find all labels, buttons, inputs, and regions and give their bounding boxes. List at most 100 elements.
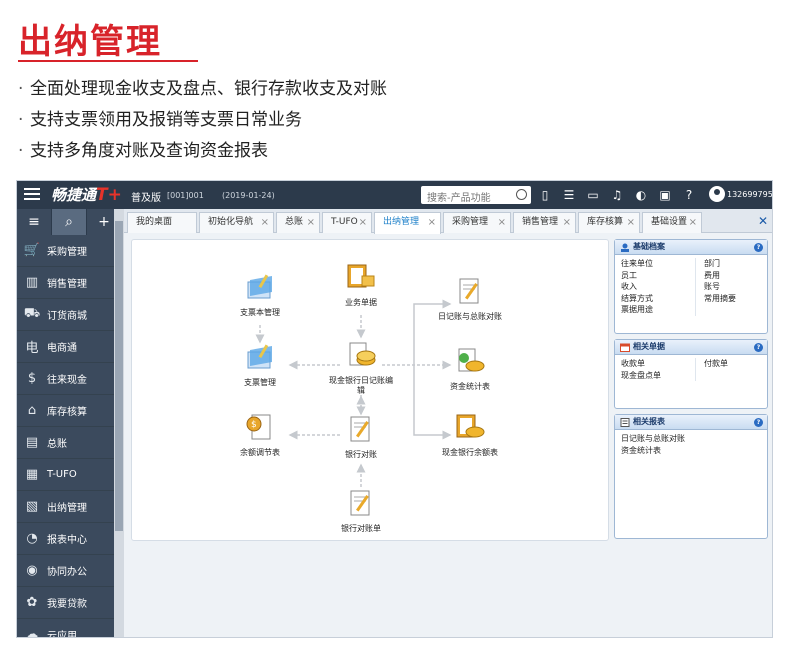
people-icon bbox=[621, 243, 629, 252]
sidebar-item[interactable]: ▧ 出纳管理 bbox=[17, 491, 124, 523]
user-phone: 13269979558 bbox=[727, 190, 773, 199]
refresh-icon[interactable]: ◐ bbox=[633, 187, 649, 203]
hero-underline bbox=[18, 60, 198, 62]
panel-link[interactable]: 员工 bbox=[621, 270, 695, 282]
help-icon[interactable]: ? bbox=[754, 418, 763, 427]
calendar-icon bbox=[620, 343, 630, 352]
message-icon[interactable]: ▭ bbox=[585, 187, 601, 203]
sidebar-item[interactable]: ✿ 我要贷款 bbox=[17, 587, 124, 619]
sidebar-item[interactable]: ◉ 协同办公 bbox=[17, 555, 124, 587]
sidebar-item[interactable]: ⌂ 库存核算 bbox=[17, 395, 124, 427]
close-tab-icon[interactable]: × bbox=[563, 213, 571, 232]
sidebar-item[interactable]: ▦ T-UFO bbox=[17, 459, 124, 491]
sidebar-toolbar: ≡ ⌕ + bbox=[17, 209, 124, 235]
node-cash-bank-journal[interactable]: 现金银行日记账编辑 bbox=[326, 340, 396, 396]
sidebar-item-label: 库存核算 bbox=[47, 407, 87, 418]
sidebar-item[interactable]: $ 往来现金 bbox=[17, 363, 124, 395]
collab-icon: ◉ bbox=[26, 563, 38, 578]
avatar[interactable] bbox=[709, 186, 725, 202]
close-tab-icon[interactable]: × bbox=[498, 213, 506, 232]
node-balance-adjust[interactable]: $ 余额调节表 bbox=[225, 412, 295, 458]
tab-item[interactable]: T-UFO × bbox=[322, 212, 372, 233]
search-icon[interactable] bbox=[516, 189, 527, 200]
panel-link[interactable]: 常用摘要 bbox=[704, 293, 736, 305]
node-journal-reconcile[interactable]: 日记账与总账对账 bbox=[435, 276, 505, 322]
panel-link[interactable]: 付款单 bbox=[704, 358, 728, 370]
node-check-mgmt[interactable]: 支票管理 bbox=[225, 342, 295, 388]
sidebar-search-icon[interactable]: ⌕ bbox=[52, 209, 87, 235]
sidebar-item-label: 销售管理 bbox=[47, 279, 87, 290]
sidebar-item[interactable]: ◔ 报表中心 bbox=[17, 523, 124, 555]
panel-link[interactable]: 账号 bbox=[704, 281, 736, 293]
hero-title: 出纳管理 bbox=[18, 22, 162, 62]
chat-icon[interactable]: ▣ bbox=[657, 187, 673, 203]
svg-text:$: $ bbox=[251, 420, 257, 430]
collapse-menu-icon[interactable]: ≡ bbox=[17, 209, 52, 235]
tab-label: 采购管理 bbox=[452, 217, 489, 227]
close-tab-icon[interactable]: × bbox=[261, 213, 269, 232]
tab-item[interactable]: 初始化导航 × bbox=[199, 212, 274, 233]
sidebar-item[interactable]: ▥ 销售管理 bbox=[17, 267, 124, 299]
tab-item[interactable]: 销售管理 × bbox=[513, 212, 576, 233]
panel-link[interactable]: 收入 bbox=[621, 281, 695, 293]
app-window: 畅捷通T+ 普及版 [001]001 (2019-01-24) ▯ ☰ ▭ ♫ … bbox=[16, 180, 773, 638]
panel-link[interactable]: 往来单位 bbox=[621, 258, 695, 270]
clipboard-coins-icon bbox=[347, 264, 375, 288]
sidebar-item-label: 报表中心 bbox=[47, 535, 87, 546]
search-input[interactable] bbox=[421, 189, 511, 208]
tab-item[interactable]: 采购管理 × bbox=[443, 212, 511, 233]
node-check-book[interactable]: 支票本管理 bbox=[225, 272, 295, 318]
shop-cart-icon: ⛟ bbox=[23, 306, 41, 321]
sidebar-scrollbar[interactable] bbox=[114, 209, 124, 637]
list-icon[interactable]: ☰ bbox=[561, 187, 577, 203]
top-bar: 畅捷通T+ 普及版 [001]001 (2019-01-24) ▯ ☰ ▭ ♫ … bbox=[17, 181, 773, 209]
close-tab-icon[interactable]: × bbox=[359, 213, 367, 232]
warehouse-icon: ⌂ bbox=[27, 403, 37, 418]
panel-related-docs: 相关单据? 收款单 现金盘点单 付款单 bbox=[614, 339, 768, 409]
tab-item[interactable]: 基础设置 × bbox=[642, 212, 702, 233]
main-content: 支票本管理 业务单据 日记账与总账对账 支票管理 现金银行日记账编辑 资金统计表 bbox=[124, 234, 772, 637]
panel-link[interactable]: 日记账与总账对账 bbox=[621, 433, 761, 445]
panel-link[interactable]: 票据用途 bbox=[621, 304, 695, 316]
tab-item[interactable]: 库存核算 × bbox=[578, 212, 640, 233]
tab-item[interactable]: 出纳管理 × bbox=[374, 212, 441, 234]
node-fund-stats[interactable]: 资金统计表 bbox=[435, 346, 505, 392]
node-bank-reconcile[interactable]: 银行对账 bbox=[326, 414, 396, 460]
node-business-doc[interactable]: 业务单据 bbox=[326, 262, 396, 308]
notification-icon[interactable]: ♫ bbox=[609, 187, 625, 203]
close-tab-icon[interactable]: × bbox=[627, 213, 635, 232]
help-icon[interactable]: ? bbox=[681, 187, 697, 203]
sidebar-menu: 🛒 采购管理 ▥ 销售管理 ⛟ 订货商城电电商通 $ 往来现金 ⌂ 库存核算 ▤ 总账 ▦ T-UFO ▧ 出… bbox=[17, 235, 124, 637]
hamburger-menu-icon[interactable] bbox=[24, 188, 40, 201]
panel-link[interactable]: 资金统计表 bbox=[621, 445, 761, 457]
search-box[interactable] bbox=[421, 186, 531, 208]
close-all-tabs-icon[interactable]: ✕ bbox=[758, 214, 768, 228]
node-cash-bank-balance[interactable]: 现金银行余额表 bbox=[435, 412, 505, 458]
sidebar-item[interactable]: ⛟ 订货商城 bbox=[17, 299, 124, 331]
tab-item[interactable]: 我的桌面 bbox=[127, 212, 197, 233]
close-tab-icon[interactable]: × bbox=[428, 213, 436, 232]
check-document-icon bbox=[247, 344, 272, 369]
ecommerce-icon: 电 bbox=[25, 341, 39, 356]
fund-chart-icon bbox=[458, 348, 485, 372]
node-bank-statement[interactable]: 银行对账单 bbox=[326, 488, 396, 534]
sidebar-item[interactable]: ▤ 总账 bbox=[17, 427, 124, 459]
close-tab-icon[interactable]: × bbox=[307, 213, 315, 232]
sidebar-item[interactable]: 电电商通 bbox=[17, 331, 124, 363]
panel-link[interactable]: 费用 bbox=[704, 270, 736, 282]
mobile-icon[interactable]: ▯ bbox=[537, 187, 553, 203]
help-icon[interactable]: ? bbox=[754, 243, 763, 252]
tab-item[interactable]: 总账 × bbox=[276, 212, 320, 233]
panel-link[interactable]: 收款单 bbox=[621, 358, 695, 370]
sidebar-item[interactable]: 🛒 采购管理 bbox=[17, 235, 124, 267]
sidebar-item-label: 往来现金 bbox=[47, 375, 87, 386]
panel-link[interactable]: 现金盘点单 bbox=[621, 370, 695, 382]
panel-basic-archive: 基础档案? 往来单位 员工 收入 结算方式 票据用途 部门 费用 账号 常用摘要 bbox=[614, 239, 768, 334]
scrollbar-thumb[interactable] bbox=[115, 221, 123, 531]
panel-link[interactable]: 部门 bbox=[704, 258, 736, 270]
panel-link[interactable]: 结算方式 bbox=[621, 293, 695, 305]
sidebar-item[interactable]: ☁ 云应用 bbox=[17, 619, 124, 637]
close-tab-icon[interactable]: × bbox=[689, 213, 697, 232]
sidebar-item-label: 协同办公 bbox=[47, 567, 87, 578]
help-icon[interactable]: ? bbox=[754, 343, 763, 352]
